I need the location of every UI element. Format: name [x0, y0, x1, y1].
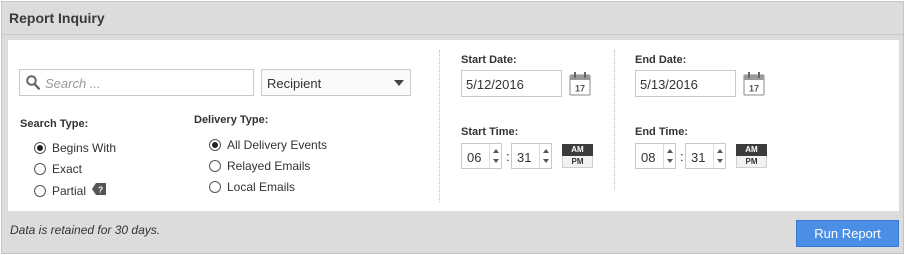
arrow-up-icon[interactable]: [717, 149, 723, 153]
recipient-select[interactable]: Recipient: [261, 69, 411, 96]
page-title: Report Inquiry: [9, 10, 105, 26]
am-option[interactable]: AM: [562, 144, 593, 156]
end-date-label: End Date:: [635, 54, 687, 66]
stepper-arrows[interactable]: [539, 144, 551, 168]
search-placeholder: Search ...: [45, 76, 101, 91]
stepper-arrows[interactable]: [713, 144, 725, 168]
radio-selected-icon: [209, 139, 221, 151]
search-type-begins-with-radio[interactable]: Begins With: [34, 141, 116, 155]
start-time-label: Start Time:: [461, 126, 519, 138]
run-report-button[interactable]: Run Report: [796, 220, 899, 247]
radio-label: Local Emails: [227, 180, 296, 194]
stepper-arrows[interactable]: [663, 144, 675, 168]
calendar-day-text: 17: [575, 84, 585, 94]
radio-label: Exact: [52, 162, 83, 176]
delivery-local-emails-radio[interactable]: Local Emails: [209, 180, 295, 194]
end-date-input[interactable]: 5/13/2016: [635, 70, 736, 97]
search-icon: [26, 75, 41, 93]
search-type-exact-radio[interactable]: Exact: [34, 162, 82, 176]
arrow-down-icon[interactable]: [717, 159, 723, 163]
radio-label: Begins With: [52, 141, 117, 155]
search-type-partial-radio[interactable]: Partial ?: [34, 183, 107, 198]
end-ampm-toggle[interactable]: AM PM: [736, 144, 767, 169]
retention-note: Data is retained for 30 days.: [10, 223, 161, 237]
end-minute-value: 31: [691, 150, 706, 165]
arrow-up-icon[interactable]: [543, 149, 549, 153]
radio-label: Partial: [52, 183, 87, 198]
calendar-day-text: 17: [749, 84, 759, 94]
arrow-down-icon[interactable]: [493, 159, 499, 163]
start-date-value: 5/12/2016: [466, 77, 524, 92]
end-date-value: 5/13/2016: [640, 77, 698, 92]
end-calendar-icon[interactable]: 17: [743, 72, 765, 99]
time-separator: :: [680, 149, 684, 164]
delivery-type-label: Delivery Type:: [194, 114, 269, 126]
arrow-up-icon[interactable]: [493, 149, 499, 153]
delivery-relayed-emails-radio[interactable]: Relayed Emails: [209, 159, 310, 173]
arrow-up-icon[interactable]: [667, 149, 673, 153]
stepper-arrows[interactable]: [489, 144, 501, 168]
radio-label: Relayed Emails: [227, 159, 311, 173]
title-divider: [2, 34, 903, 35]
search-input[interactable]: Search ...: [19, 69, 254, 96]
radio-icon: [209, 181, 221, 193]
end-hour-stepper[interactable]: 08: [635, 143, 676, 169]
arrow-down-icon[interactable]: [667, 159, 673, 163]
radio-icon: [209, 160, 221, 172]
start-minute-stepper[interactable]: 31: [511, 143, 552, 169]
pm-option[interactable]: PM: [562, 156, 593, 168]
end-minute-stepper[interactable]: 31: [685, 143, 726, 169]
end-time-label: End Time:: [635, 126, 688, 138]
pm-option[interactable]: PM: [736, 156, 767, 168]
column-divider: [614, 50, 615, 190]
start-ampm-toggle[interactable]: AM PM: [562, 144, 593, 169]
start-hour-value: 06: [467, 150, 482, 165]
svg-text:?: ?: [98, 185, 103, 195]
report-inquiry-panel: Report Inquiry Search ... Recipient Sear…: [1, 1, 904, 254]
filter-area: Search ... Recipient Search Type: Begins…: [8, 40, 899, 211]
help-tag-icon[interactable]: ?: [92, 183, 107, 198]
column-divider: [439, 50, 440, 202]
start-minute-value: 31: [517, 150, 532, 165]
radio-icon: [34, 163, 46, 175]
arrow-down-icon[interactable]: [543, 159, 549, 163]
am-option[interactable]: AM: [736, 144, 767, 156]
delivery-all-events-radio[interactable]: All Delivery Events: [209, 138, 327, 152]
time-separator: :: [506, 149, 510, 164]
radio-label: All Delivery Events: [227, 138, 328, 152]
recipient-select-value: Recipient: [267, 76, 322, 91]
start-date-input[interactable]: 5/12/2016: [461, 70, 562, 97]
start-date-label: Start Date:: [461, 54, 517, 66]
search-type-label: Search Type:: [20, 118, 89, 130]
start-hour-stepper[interactable]: 06: [461, 143, 502, 169]
end-hour-value: 08: [641, 150, 656, 165]
start-calendar-icon[interactable]: 17: [569, 72, 591, 99]
chevron-down-icon: [394, 80, 404, 86]
radio-selected-icon: [34, 142, 46, 154]
radio-icon: [34, 184, 46, 197]
